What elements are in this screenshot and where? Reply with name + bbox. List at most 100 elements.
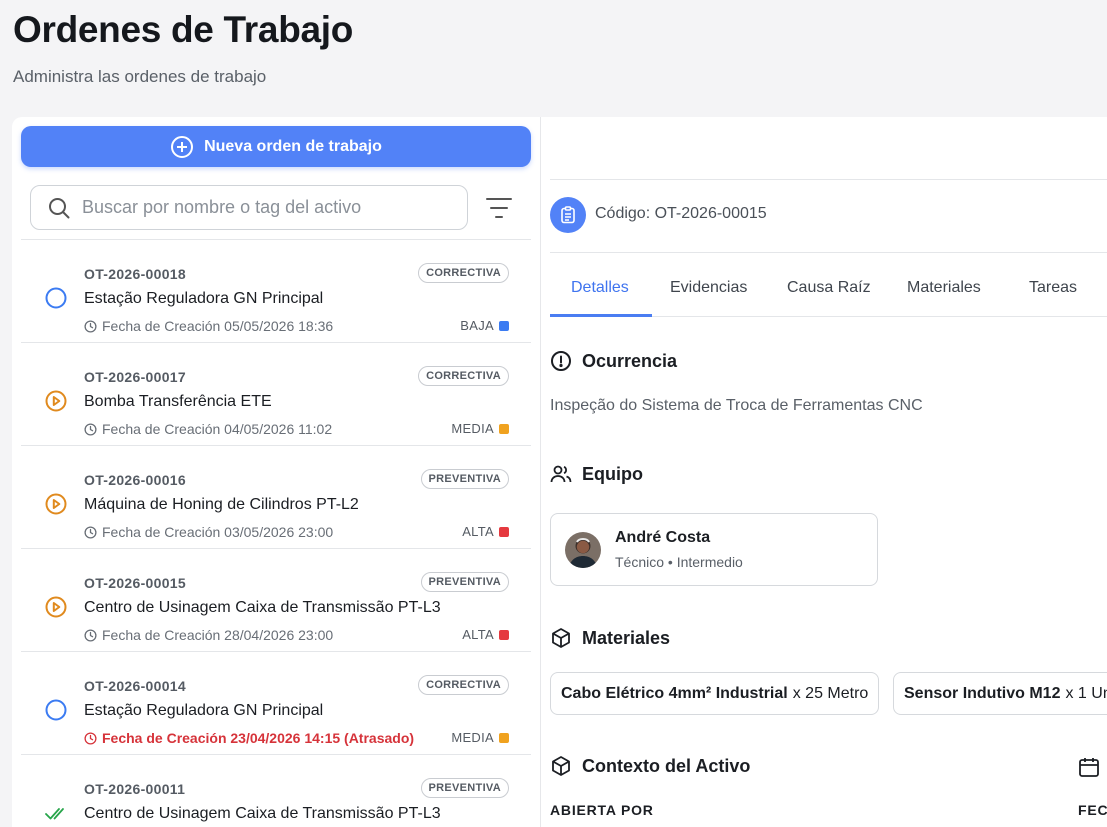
material-qty: x 25 Metro <box>792 684 869 702</box>
material-chip[interactable]: Sensor Indutivo M12 x 1 Un <box>893 672 1107 715</box>
member-name: André Costa <box>615 529 711 546</box>
work-order-row[interactable]: OT-2026-00016 PREVENTIVA Máquina de Honing… <box>21 446 531 549</box>
work-order-detail-panel: Código: OT-2026-00015 Detalles Evidencia… <box>541 117 1107 827</box>
priority-indicator: ALTA <box>462 627 509 642</box>
tab-evidencias[interactable]: Evidencias <box>670 279 747 297</box>
work-order-list-panel: Nueva orden de trabajo OT-2026-00018 CORR… <box>12 117 541 827</box>
priority-label: BAJA <box>460 318 494 333</box>
creation-date: Fecha de Creación 03/05/2026 23:00 <box>84 524 333 540</box>
plus-circle-icon <box>171 135 194 158</box>
alert-circle-icon <box>551 351 571 371</box>
occurrence-section-title: Ocurrencia <box>550 350 677 372</box>
work-order-code: OT-2026-00011 <box>84 781 186 797</box>
type-badge: CORRECTIVA <box>418 263 509 283</box>
filter-icon[interactable] <box>484 195 514 221</box>
type-badge: CORRECTIVA <box>418 675 509 695</box>
work-order-row[interactable]: OT-2026-00017 CORRECTIVA Bomba Transferênc… <box>21 343 531 446</box>
creation-date: Fecha de Creación 23/04/2026 14:15 (Atra… <box>84 730 414 746</box>
type-badge: PREVENTIVA <box>420 572 509 592</box>
asset-name: Centro de Usinagem Caixa de Transmissão … <box>84 599 441 616</box>
creation-date-text: Fecha de Creación 23/04/2026 14:15 (Atra… <box>102 730 415 746</box>
material-name: Sensor Indutivo M12 <box>904 684 1061 702</box>
work-order-code: OT-2026-00018 <box>84 266 186 282</box>
asset-name: Bomba Transferência ETE <box>84 393 272 410</box>
occurrence-title: Ocurrencia <box>582 350 678 371</box>
priority-dot <box>499 526 509 537</box>
team-title: Equipo <box>582 463 643 484</box>
asset-context-section-title: Contexto del Activo <box>550 755 750 777</box>
work-order-code: OT-2026-00014 <box>84 678 186 694</box>
clock-icon <box>84 422 102 436</box>
occurrence-description: Inspeção do Sistema de Troca de Ferramen… <box>550 397 923 414</box>
page-title: Ordenes de Trabajo <box>13 9 354 50</box>
work-order-code: Código: OT-2026-00015 <box>595 205 767 222</box>
divider <box>550 179 1107 180</box>
priority-dot <box>499 423 509 434</box>
priority-label: MEDIA <box>451 421 494 436</box>
detail-tabs: Detalles Evidencias Causa Raíz Materiale… <box>550 267 1107 317</box>
type-badge: CORRECTIVA <box>418 366 509 386</box>
creation-date-text: Fecha de Creación 03/05/2026 23:00 <box>102 524 334 540</box>
creation-date: Fecha de Creación 04/05/2026 11:02 <box>84 421 332 437</box>
users-icon <box>550 465 572 483</box>
circle-icon <box>45 699 67 721</box>
clock-icon <box>84 628 102 642</box>
avatar <box>565 532 601 568</box>
search-box[interactable] <box>30 185 468 230</box>
material-name: Cabo Elétrico 4mm² Industrial <box>561 684 788 702</box>
material-chip[interactable]: Cabo Elétrico 4mm² Industrial x 25 Metro <box>550 672 880 715</box>
calendar-icon <box>1079 758 1099 777</box>
tab-detalles[interactable]: Detalles <box>571 279 629 297</box>
new-work-order-button[interactable]: Nueva orden de trabajo <box>21 126 531 167</box>
asset-name: Estação Reguladora GN Principal <box>84 702 324 719</box>
double-check-icon <box>45 802 67 824</box>
priority-indicator: MEDIA <box>451 730 509 745</box>
priority-indicator: ALTA <box>462 524 509 539</box>
date-label: FEC <box>1078 802 1107 818</box>
work-order-row[interactable]: OT-2026-00015 PREVENTIVA Centro de Usinage… <box>21 549 531 652</box>
priority-dot <box>499 320 509 331</box>
asset-name: Máquina de Honing de Cilindros PT-L2 <box>84 496 359 513</box>
page-subtitle: Administra las ordenes de trabajo <box>13 67 267 86</box>
creation-date-text: Fecha de Creación 04/05/2026 11:02 <box>102 421 333 437</box>
priority-indicator: BAJA <box>460 318 509 333</box>
work-order-row[interactable]: OT-2026-00011 PREVENTIVA Centro de Usinage… <box>21 755 531 827</box>
search-input[interactable] <box>82 197 452 218</box>
materials-section-title: Materiales <box>550 627 670 649</box>
play-circle-icon <box>45 390 67 412</box>
clock-icon <box>84 319 102 333</box>
creation-date: Fecha de Creación 05/05/2026 18:36 <box>84 318 333 334</box>
priority-label: ALTA <box>462 627 494 642</box>
team-section-title: Equipo <box>550 463 643 485</box>
search-icon <box>49 197 70 218</box>
creation-date: Fecha de Creación 28/04/2026 23:00 <box>84 627 333 643</box>
active-tab-indicator <box>550 314 652 317</box>
package-icon <box>552 756 570 776</box>
new-work-order-label: Nueva orden de trabajo <box>204 137 382 155</box>
asset-context-title: Contexto del Activo <box>582 755 751 776</box>
clock-icon <box>84 731 102 745</box>
work-order-row[interactable]: OT-2026-00014 CORRECTIVA Estação Regulador… <box>21 652 531 755</box>
team-member-card[interactable]: André Costa Técnico • Intermedio <box>550 513 878 586</box>
tab-tareas[interactable]: Tareas <box>1029 279 1077 297</box>
tab-materiales[interactable]: Materiales <box>907 279 981 297</box>
type-badge: PREVENTIVA <box>420 778 509 798</box>
package-icon <box>552 628 570 648</box>
play-circle-icon <box>45 493 67 515</box>
work-order-code: OT-2026-00017 <box>84 369 186 385</box>
member-role: Técnico • Intermedio <box>615 554 743 570</box>
clock-icon <box>84 525 102 539</box>
opened-by-label: ABIERTA POR <box>550 802 654 818</box>
work-order-row[interactable]: OT-2026-00018 CORRECTIVA Estação Regulador… <box>21 240 531 343</box>
priority-dot <box>499 629 509 640</box>
tab-causa-raiz[interactable]: Causa Raíz <box>787 279 871 297</box>
priority-label: MEDIA <box>451 730 494 745</box>
material-qty: x 1 Un <box>1065 684 1107 702</box>
materials-title: Materiales <box>582 627 671 648</box>
type-badge: PREVENTIVA <box>420 469 509 489</box>
asset-name: Estação Reguladora GN Principal <box>84 290 324 307</box>
creation-date-text: Fecha de Creación 05/05/2026 18:36 <box>102 318 334 334</box>
priority-dot <box>499 732 509 743</box>
divider <box>550 252 1107 253</box>
work-order-code: OT-2026-00015 <box>84 575 186 591</box>
